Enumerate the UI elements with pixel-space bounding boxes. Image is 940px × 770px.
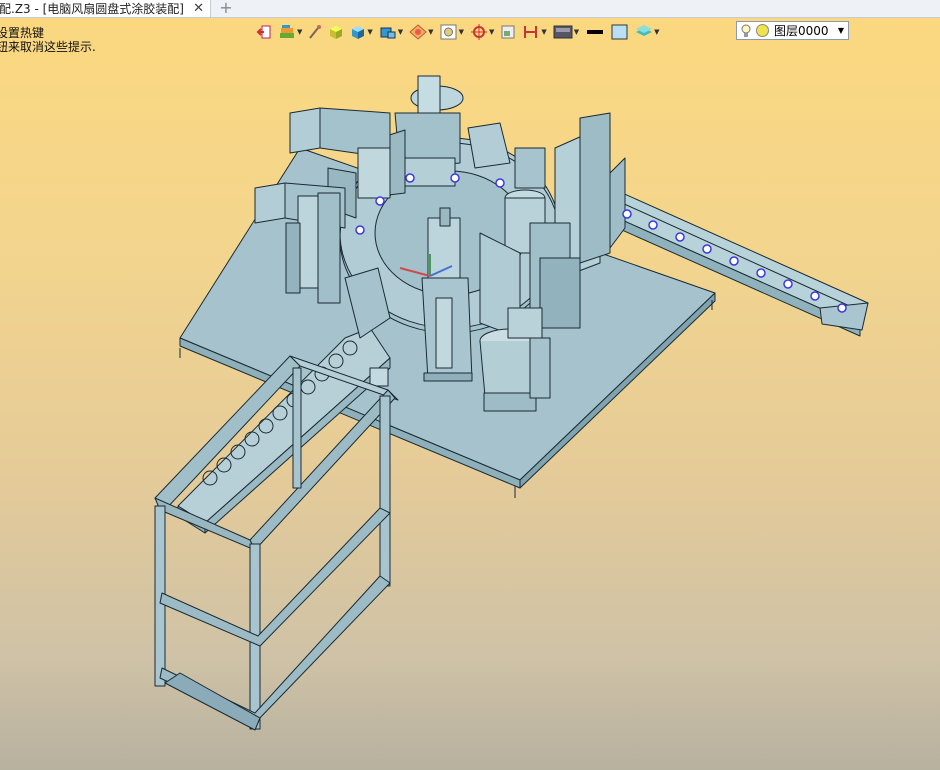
box-icon[interactable] [328,22,344,42]
new-tab-button[interactable]: + [218,0,234,16]
background-icon[interactable]: ▼ [553,22,579,42]
hint-line-2: 钮来取消这些提示. [0,40,96,54]
cube-icon[interactable]: ▼ [350,22,373,42]
view-toolbar: ▼ ▼ ▼ ▼ ▼ ▼ ▼ ▼ ▼ [256,21,666,43]
view-icon[interactable]: ▼ [440,22,464,42]
materials-icon[interactable]: ▼ [278,22,302,42]
chevron-down-icon: ▼ [837,26,844,35]
document-tab[interactable]: 配.Z3 - [电脑风扇圆盘式涂胶装配] ✕ [0,0,211,17]
layer-color-dot [756,24,769,37]
layers-icon[interactable]: ▼ [635,22,660,42]
layer-select[interactable]: 图层0000 ▼ [736,21,849,40]
layout-icon[interactable] [500,22,516,42]
lightbulb-icon [741,24,751,37]
assembly-model [154,75,869,731]
document-tab-label: 配.Z3 - [电脑风扇圆盘式涂胶装配] [0,2,184,16]
section-icon[interactable]: ▼ [522,22,547,42]
render-icon[interactable]: ▼ [409,22,434,42]
cube-blue-icon[interactable]: ▼ [379,22,403,42]
brush-icon[interactable] [308,22,322,42]
document-tab-bar: 配.Z3 - [电脑风扇圆盘式涂胶装配] ✕ + [0,0,940,18]
fill-color-icon[interactable] [611,22,629,42]
snap-icon[interactable]: ▼ [470,22,494,42]
line-color-icon[interactable] [585,22,605,42]
layer-name: 图层0000 [774,24,829,38]
close-tab-icon[interactable]: ✕ [193,1,204,16]
3d-viewport[interactable]: 设置热键 钮来取消这些提示. ▼ ▼ ▼ ▼ ▼ ▼ ▼ ▼ ▼ 图层0000 … [0,18,940,770]
exit-icon[interactable] [256,22,272,42]
